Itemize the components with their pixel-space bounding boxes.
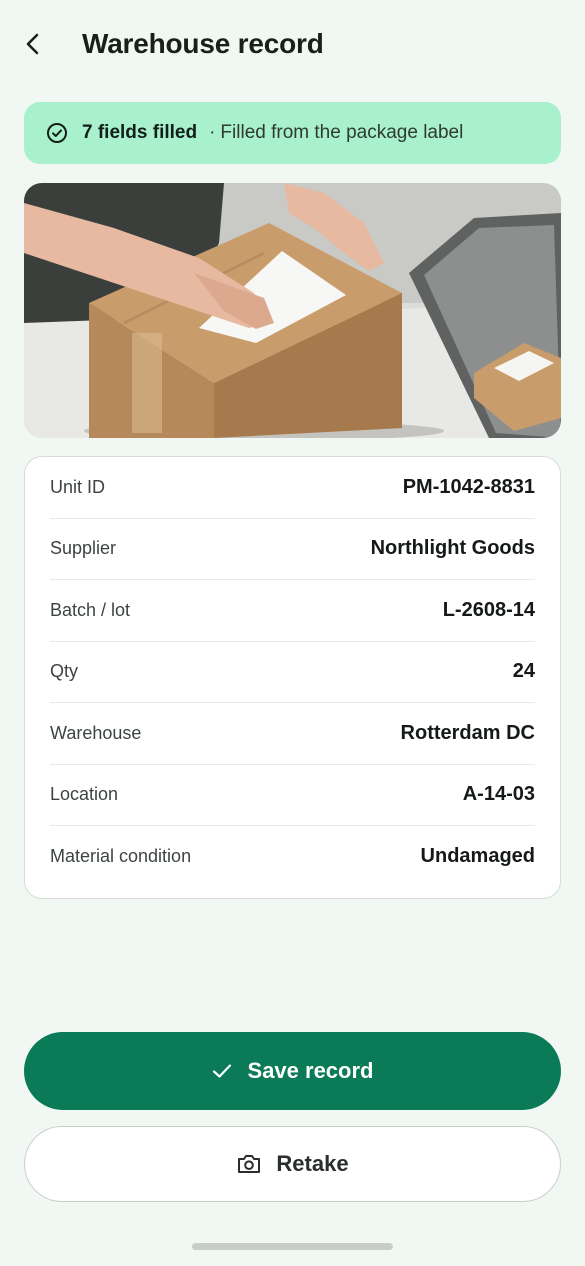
detail-row: Location A-14-03 — [50, 765, 535, 826]
camera-icon — [238, 1155, 261, 1173]
detail-row: Qty 24 — [50, 642, 535, 703]
back-button[interactable] — [24, 24, 58, 64]
detail-value: A-14-03 — [462, 783, 535, 806]
check-circle-icon — [46, 122, 68, 144]
detail-value: PM-1042-8831 — [402, 475, 535, 498]
detail-label: Batch / lot — [50, 599, 131, 620]
fields-filled-count: 7 fields filled — [82, 122, 198, 143]
detail-row: Supplier Northlight Goods — [50, 519, 535, 580]
detail-label: Location — [50, 784, 119, 805]
autofill-banner: 7 fields filled · Filled from the packag… — [24, 102, 561, 164]
package-photo — [24, 183, 561, 438]
detail-row: Unit ID PM-1042-8831 — [50, 457, 535, 519]
header: Warehouse record — [24, 22, 561, 66]
home-indicator[interactable] — [192, 1243, 393, 1250]
detail-label: Unit ID — [50, 476, 106, 497]
page-title: Warehouse record — [82, 28, 324, 59]
save-record-button[interactable]: Save record — [24, 1032, 561, 1110]
checkmark-icon — [212, 1064, 231, 1078]
detail-label: Warehouse — [50, 722, 142, 743]
retake-label: Retake — [276, 1151, 349, 1176]
retake-button[interactable]: Retake — [24, 1126, 561, 1202]
detail-value: 24 — [512, 660, 535, 683]
warehouse-record-screen: Warehouse record 7 fields filled · Fille… — [0, 0, 585, 1266]
record-details-card: Unit ID PM-1042-8831 Supplier Northlight Go… — [24, 456, 561, 899]
detail-row: Warehouse Rotterdam DC — [50, 703, 535, 765]
detail-label: Material condition — [50, 846, 192, 867]
save-record-label: Save record — [247, 1058, 374, 1083]
detail-value: Northlight Goods — [370, 537, 535, 560]
banner-separator: · — [209, 122, 216, 143]
fill-source-text: Filled from the package label — [220, 122, 464, 143]
detail-value: Undamaged — [420, 845, 535, 868]
detail-label: Qty — [50, 661, 79, 682]
chevron-left-icon — [26, 33, 39, 55]
detail-row: Batch / lot L-2608-14 — [50, 580, 535, 642]
detail-row: Material condition Undamaged — [50, 826, 535, 888]
detail-label: Supplier — [50, 538, 117, 559]
detail-value: Rotterdam DC — [400, 721, 535, 744]
detail-value: L-2608-14 — [442, 598, 535, 621]
